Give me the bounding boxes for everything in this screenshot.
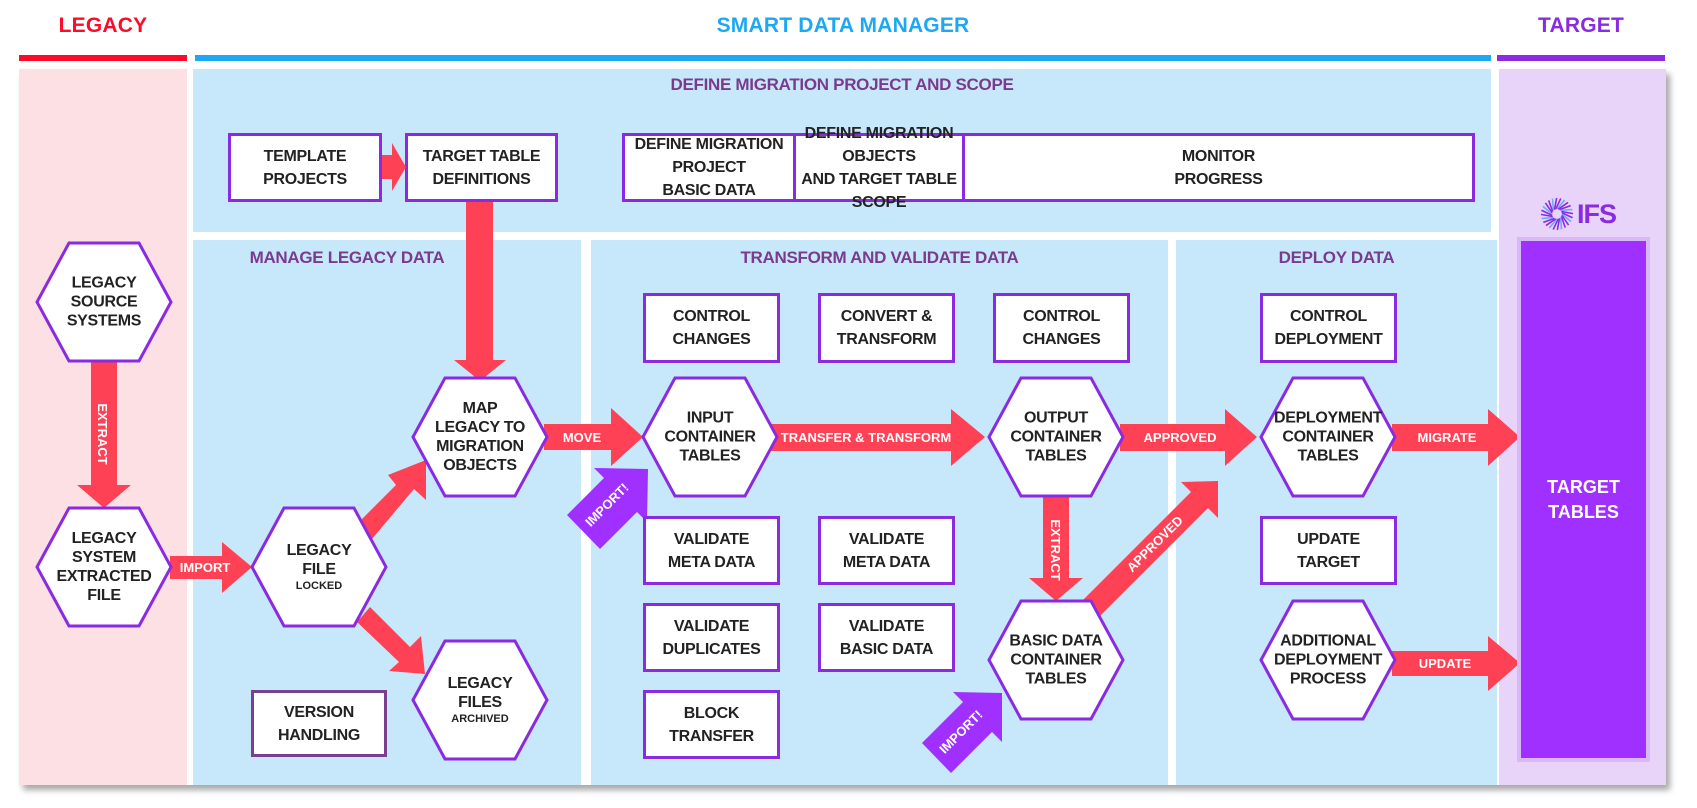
approved-basic-label: APPROVED xyxy=(1124,513,1186,575)
import-input-arrow: IMPORT! xyxy=(567,468,648,549)
validate-duplicates-box[interactable]: VALIDATE DUPLICATES xyxy=(643,603,780,672)
hex-label-line: CONTAINER xyxy=(664,429,756,446)
flow-diagram: EXTRACT IMPORT MOVE IMPORT! TRANSFER & T… xyxy=(35,143,1520,773)
ifs-swirl-icon xyxy=(1540,197,1574,231)
validate-meta-data-input-box[interactable]: VALIDATE META DATA xyxy=(643,516,780,585)
hex-label-line: SYSTEMS xyxy=(67,313,142,330)
target-tables-box[interactable]: TARGET TABLES xyxy=(1517,237,1650,762)
hex-shape xyxy=(411,376,549,498)
hex-label-line: EXTRACTED xyxy=(56,568,151,585)
hex-label-line: MIGRATION xyxy=(436,438,524,455)
import-legacy-label: IMPORT xyxy=(180,560,231,575)
validate-meta-data-output-box[interactable]: VALIDATE META DATA xyxy=(818,516,955,585)
import-basic-arrow: IMPORT! xyxy=(922,692,1002,773)
hex-label-line: BASIC DATA xyxy=(1009,633,1103,650)
hex-label-line: ADDITIONAL xyxy=(1280,633,1376,650)
update-label: UPDATE xyxy=(1419,656,1472,671)
control-deployment-box[interactable]: CONTROL DEPLOYMENT xyxy=(1260,293,1397,363)
move-label: MOVE xyxy=(563,430,602,445)
update-arrow: UPDATE xyxy=(1392,636,1520,691)
swirl-ray xyxy=(1559,217,1563,230)
block-transfer-box[interactable]: BLOCK TRANSFER xyxy=(643,690,780,759)
hex-label-line: SOURCE xyxy=(71,294,138,311)
hex-label-line: OUTPUT xyxy=(1024,410,1089,427)
deployment-container-tables-hex[interactable]: DEPLOYMENT CONTAINER TABLES xyxy=(1259,376,1397,498)
hex-label-line: INPUT xyxy=(687,410,734,427)
template-to-target-arrow xyxy=(382,143,406,191)
hex-label-line: FILE xyxy=(302,561,336,578)
control-changes-output-box[interactable]: CONTROL CHANGES xyxy=(993,293,1130,363)
input-container-tables-hex[interactable]: INPUT CONTAINER TABLES xyxy=(641,376,779,498)
hex-label-line: MAP xyxy=(463,400,498,417)
hex-label-line: FILE xyxy=(87,587,121,604)
map-legacy-to-migration-objects-hex[interactable]: MAP LEGACY TO MIGRATION OBJECTS xyxy=(411,376,549,498)
hex-label-line: TABLES xyxy=(1025,671,1087,688)
hex-label-line: CONTAINER xyxy=(1010,652,1102,669)
hex-label-line: TABLES xyxy=(1025,448,1087,465)
output-container-tables-hex[interactable]: OUTPUT CONTAINER TABLES xyxy=(987,376,1125,498)
hex-label-line: LEGACY xyxy=(72,530,138,547)
update-target-box[interactable]: UPDATE TARGET xyxy=(1260,516,1397,585)
legacy-source-systems-hex[interactable]: LEGACY SOURCE SYSTEMS xyxy=(35,241,173,363)
hex-sublabel: LOCKED xyxy=(296,580,343,592)
approved-output-label: APPROVED xyxy=(1144,430,1217,445)
move-arrow: MOVE xyxy=(544,408,643,466)
transfer-transform-label: TRANSFER & TRANSFORM xyxy=(781,430,951,445)
swirl-ray xyxy=(1560,208,1573,212)
ifs-logo-text: IFS xyxy=(1577,199,1617,229)
basic-data-container-tables-hex[interactable]: BASIC DATA CONTAINER TABLES xyxy=(987,599,1125,721)
migrate-label: MIGRATE xyxy=(1418,430,1477,445)
extract-output-label: EXTRACT xyxy=(1048,519,1063,580)
hex-label-line: PROCESS xyxy=(1290,671,1367,688)
control-changes-input-box[interactable]: CONTROL CHANGES xyxy=(643,293,780,363)
legacy-files-archived-hex[interactable]: LEGACY FILES ARCHIVED xyxy=(411,639,549,761)
approved-output-arrow: APPROVED xyxy=(1120,409,1257,466)
version-handling-box[interactable]: VERSION HANDLING xyxy=(251,690,387,757)
hex-sublabel: ARCHIVED xyxy=(451,713,509,725)
import-legacy-arrow: IMPORT xyxy=(170,542,252,593)
hex-label-line: CONTAINER xyxy=(1010,429,1102,446)
extract-output-arrow: EXTRACT xyxy=(1029,497,1083,601)
hex-label-line: LEGACY xyxy=(287,542,353,559)
definitions-to-map-arrow xyxy=(454,202,506,381)
approved-basic-arrow: APPROVED xyxy=(1083,481,1218,616)
hex-label-line: SYSTEM xyxy=(72,549,136,566)
hex-label-line: FILES xyxy=(458,694,502,711)
hex-label-line: TABLES xyxy=(679,448,741,465)
legacy-system-extracted-file-hex[interactable]: LEGACY SYSTEM EXTRACTED FILE xyxy=(35,506,173,628)
hex-label-line: CONTAINER xyxy=(1282,429,1374,446)
extract-legacy-label: EXTRACT xyxy=(95,403,110,464)
additional-deployment-process-hex[interactable]: ADDITIONAL DEPLOYMENT PROCESS xyxy=(1259,599,1397,721)
ifs-logo: IFS xyxy=(1540,196,1620,234)
swirl-ray xyxy=(1541,216,1554,220)
extract-legacy-arrow: EXTRACT xyxy=(77,361,131,508)
migrate-arrow: MIGRATE xyxy=(1392,409,1520,466)
transfer-transform-arrow: TRANSFER & TRANSFORM xyxy=(770,409,985,466)
hex-shape xyxy=(35,506,173,628)
hex-label-line: DEPLOYMENT xyxy=(1274,410,1383,427)
hex-label-line: TABLES xyxy=(1297,448,1359,465)
hex-label-line: LEGACY xyxy=(72,275,138,292)
hex-label-line: LEGACY TO xyxy=(435,419,525,436)
hex-label-line: DEPLOYMENT xyxy=(1274,652,1383,669)
file-to-map-arrow xyxy=(357,460,426,539)
hex-label-line: OBJECTS xyxy=(443,457,517,474)
validate-basic-data-box[interactable]: VALIDATE BASIC DATA xyxy=(818,603,955,672)
hex-label-line: LEGACY xyxy=(448,675,514,692)
file-to-archive-arrow xyxy=(357,607,425,674)
swirl-ray xyxy=(1551,198,1555,211)
convert-transform-box[interactable]: CONVERT & TRANSFORM xyxy=(818,293,955,363)
